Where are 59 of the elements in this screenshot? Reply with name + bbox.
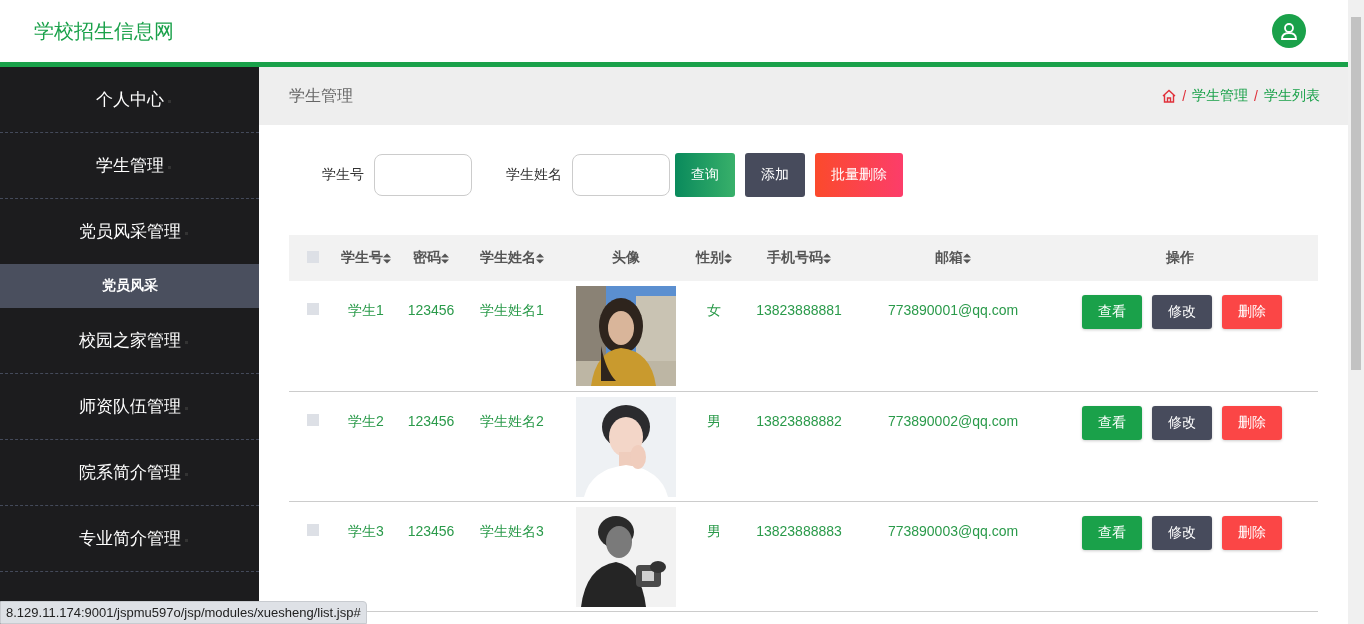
breadcrumb-separator: / [1182, 88, 1187, 104]
table-cell: 123456 [407, 522, 455, 539]
row-checkbox[interactable] [306, 523, 319, 536]
row-checkbox[interactable] [306, 303, 319, 315]
delete-button[interactable]: 删除 [1222, 515, 1282, 550]
column-header: 操作 [1166, 249, 1194, 267]
sort-icon[interactable] [963, 252, 971, 264]
view-button[interactable]: 查看 [1082, 295, 1142, 329]
page-title: 学生管理 [289, 85, 353, 106]
status-bar-url: 8.129.11.174:9001/jspmu597o/jsp/modules/xuesheng/list.jsp# [0, 601, 367, 624]
edit-button[interactable]: 修改 [1152, 295, 1212, 329]
table-cell: 学生姓名2 [480, 412, 544, 429]
scrollbar[interactable] [1348, 0, 1364, 624]
sort-icon[interactable] [536, 252, 544, 264]
home-icon[interactable] [1162, 89, 1177, 103]
edit-button[interactable]: 修改 [1152, 405, 1212, 440]
input-field[interactable] [374, 154, 472, 196]
table-cell: 学生姓名1 [480, 302, 544, 318]
site-title: 学校招生信息网 [34, 18, 174, 44]
field-label: 学生姓名 [506, 166, 562, 184]
scrollbar-thumb[interactable] [1351, 17, 1361, 370]
table-cell: 773890001@qq.com [887, 302, 1019, 318]
table-cell: 学生1 [348, 302, 384, 318]
submenu-item[interactable]: 党员风采 [0, 264, 259, 308]
table-cell: 13823888882 [756, 412, 842, 429]
view-button[interactable]: 查看 [1082, 515, 1142, 550]
table-cell: 学生姓名3 [480, 522, 544, 539]
sidebar-item[interactable]: 党员风采管理 [0, 199, 259, 264]
input-field[interactable] [572, 154, 670, 196]
column-header[interactable]: 手机号码 [767, 249, 823, 267]
table-cell: 男 [707, 412, 721, 429]
row-checkbox[interactable] [306, 413, 319, 426]
table-cell: 男 [707, 522, 721, 539]
delete-button[interactable]: 删除 [1222, 295, 1282, 329]
table-cell: 13823888881 [756, 302, 842, 318]
sort-icon[interactable] [823, 252, 831, 264]
delete-button[interactable]: 删除 [1222, 405, 1282, 440]
table-cell: 123456 [407, 302, 455, 318]
column-header[interactable]: 密码 [413, 249, 441, 267]
sort-icon[interactable] [724, 252, 732, 264]
field-label: 学生号 [322, 166, 364, 184]
breadcrumb-separator: / [1254, 88, 1258, 104]
table-cell: 123456 [407, 412, 455, 429]
query-button[interactable]: 查询 [675, 153, 735, 197]
column-header: 头像 [612, 249, 640, 267]
sort-icon[interactable] [383, 252, 391, 264]
sort-icon[interactable] [441, 252, 449, 264]
table-cell: 773890002@qq.com [887, 412, 1019, 429]
table-cell: 女 [707, 302, 721, 318]
column-header[interactable]: 邮箱 [935, 249, 963, 267]
table-cell: 13823888883 [756, 522, 842, 539]
user-icon[interactable] [1272, 14, 1306, 48]
view-button[interactable]: 查看 [1082, 405, 1142, 440]
table-cell: 773890003@qq.com [887, 522, 1019, 539]
table-cell: 学生3 [348, 522, 384, 539]
table-cell: 学生2 [348, 412, 384, 429]
edit-button[interactable]: 修改 [1152, 515, 1212, 550]
add-button[interactable]: 添加 [745, 153, 805, 197]
danger-button[interactable]: 批量删除 [815, 153, 903, 197]
